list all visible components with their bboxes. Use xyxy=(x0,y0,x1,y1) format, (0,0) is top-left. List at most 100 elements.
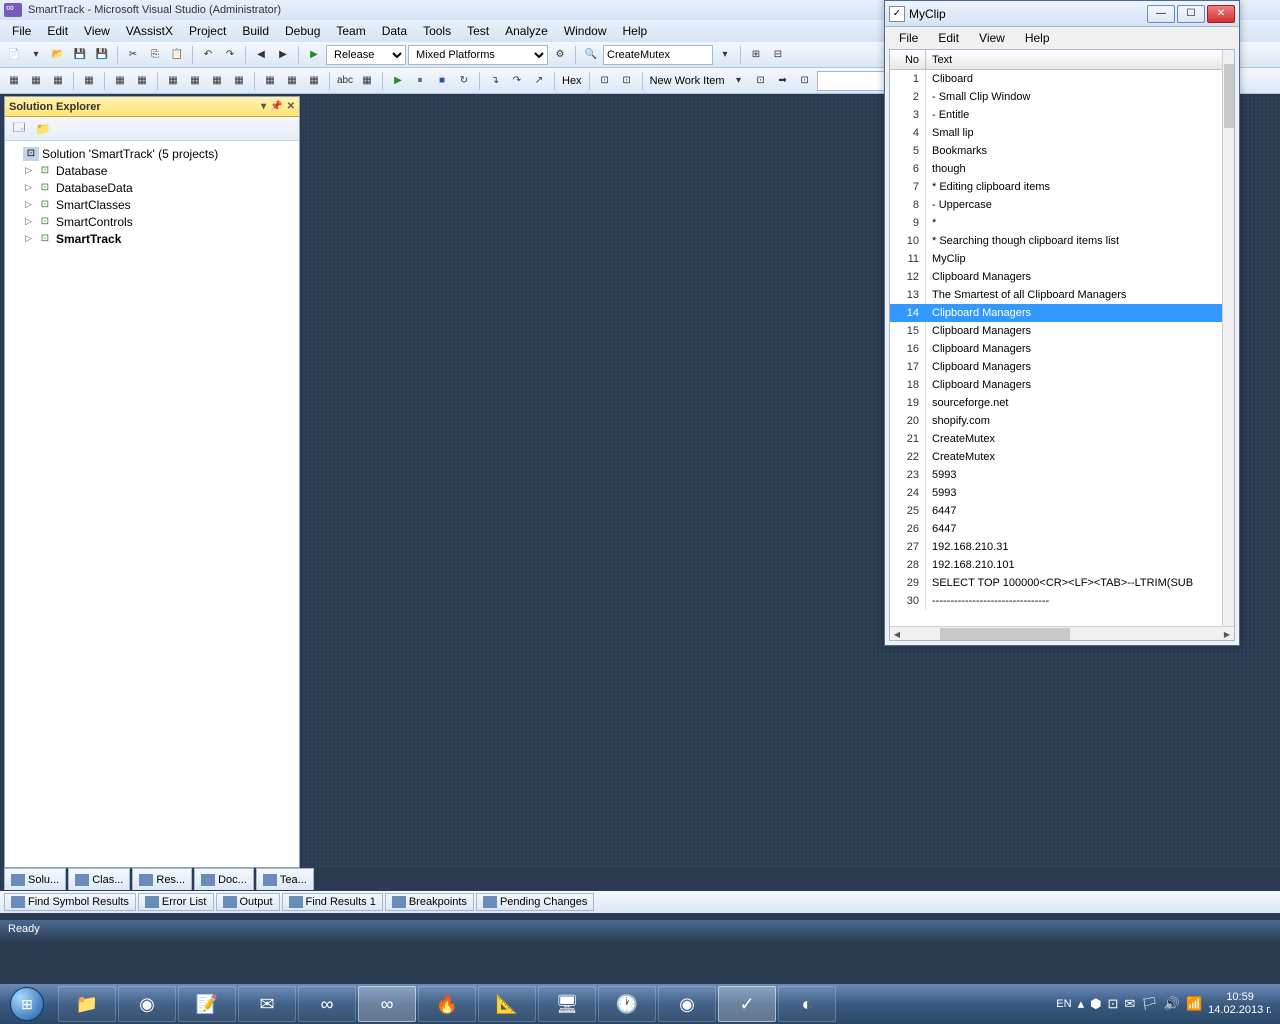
grid-row[interactable]: 30-------------------------------- xyxy=(890,592,1222,610)
project-node[interactable]: ▷⊡SmartTrack xyxy=(5,230,299,247)
tb2-icon[interactable]: ▦ xyxy=(304,71,324,91)
project-node[interactable]: ▷⊡DatabaseData xyxy=(5,179,299,196)
app-icon[interactable]: 📐 xyxy=(478,986,536,1022)
output-tab[interactable]: Breakpoints xyxy=(385,893,474,911)
notepadpp-icon[interactable]: 📝 xyxy=(178,986,236,1022)
debug-play-icon[interactable]: ▶ xyxy=(388,71,408,91)
grid-row[interactable]: 15Clipboard Managers xyxy=(890,322,1222,340)
menu-edit[interactable]: Edit xyxy=(39,22,76,40)
menu-vassistx[interactable]: VAssistX xyxy=(118,22,181,40)
tb2-icon[interactable]: ▦ xyxy=(79,71,99,91)
nav-fwd-icon[interactable]: ▶ xyxy=(273,45,293,65)
solution-tree[interactable]: ⊡ Solution 'SmartTrack' (5 projects) ▷⊡D… xyxy=(5,141,299,251)
menu-analyze[interactable]: Analyze xyxy=(497,22,556,40)
output-tab[interactable]: Error List xyxy=(138,893,214,911)
menu-file[interactable]: File xyxy=(4,22,39,40)
grid-row[interactable]: 27192.168.210.31 xyxy=(890,538,1222,556)
project-node[interactable]: ▷⊡Database xyxy=(5,162,299,179)
grid-row[interactable]: 11MyClip xyxy=(890,250,1222,268)
menu-debug[interactable]: Debug xyxy=(277,22,328,40)
system-tray[interactable]: EN ▴ ⬢ ⊡ ✉ 🏳 🔊 📶 10:59 14.02.2013 г. xyxy=(1048,991,1280,1017)
new-work-item[interactable]: New Work Item xyxy=(648,75,727,87)
tray-icon[interactable]: ⊡ xyxy=(1107,996,1118,1012)
undo-icon[interactable]: ↶ xyxy=(198,45,218,65)
tb2-icon[interactable]: ▦ xyxy=(4,71,24,91)
grid-row[interactable]: 18Clipboard Managers xyxy=(890,376,1222,394)
redo-icon[interactable]: ↷ xyxy=(220,45,240,65)
step-over-icon[interactable]: ↷ xyxy=(507,71,527,91)
grid-row[interactable]: 10* Searching though clipboard items lis… xyxy=(890,232,1222,250)
bottom-tab[interactable]: Clas... xyxy=(68,868,130,890)
tray-icon[interactable]: ✉ xyxy=(1124,996,1135,1012)
col-no[interactable]: No xyxy=(890,50,926,69)
horizontal-scrollbar[interactable]: ◀ ▶ xyxy=(890,626,1234,640)
dropdown-icon[interactable]: ▾ xyxy=(715,45,735,65)
grid-row[interactable]: 16Clipboard Managers xyxy=(890,340,1222,358)
explorer-icon[interactable]: 📁 xyxy=(58,986,116,1022)
open-icon[interactable]: 📂 xyxy=(48,45,68,65)
taskbar[interactable]: ⊞ 📁 ◉ 📝 ✉ ∞ ∞ 🔥 📐 🖥 🕐 ◉ ✓ ◐ EN ▴ ⬢ ⊡ ✉ 🏳… xyxy=(0,984,1280,1024)
grid-row[interactable]: 12Clipboard Managers xyxy=(890,268,1222,286)
output-tab[interactable]: Pending Changes xyxy=(476,893,594,911)
menu-tools[interactable]: Tools xyxy=(415,22,459,40)
grid-row[interactable]: 3 - Entitle xyxy=(890,106,1222,124)
output-tab[interactable]: Output xyxy=(216,893,280,911)
copy-icon[interactable]: ⎘ xyxy=(145,45,165,65)
vertical-scrollbar[interactable] xyxy=(1222,50,1234,626)
output-tab[interactable]: Find Symbol Results xyxy=(4,893,136,911)
media-icon[interactable]: ◉ xyxy=(658,986,716,1022)
grid-header[interactable]: No Text xyxy=(890,50,1234,70)
hex-label[interactable]: Hex xyxy=(560,75,584,87)
tray-icon[interactable]: ▴ xyxy=(1078,996,1085,1012)
grid-row[interactable]: 13The Smartest of all Clipboard Managers xyxy=(890,286,1222,304)
tb2-icon[interactable]: ⊡ xyxy=(617,71,637,91)
scroll-thumb[interactable] xyxy=(940,628,1070,640)
save-all-icon[interactable]: 💾 xyxy=(92,45,112,65)
clock[interactable]: 10:59 14.02.2013 г. xyxy=(1208,991,1272,1017)
tb2-icon[interactable]: abc xyxy=(335,71,355,91)
maximize-button[interactable]: ☐ xyxy=(1177,5,1205,23)
bottom-tab[interactable]: Solu... xyxy=(4,868,66,890)
tb2-icon[interactable]: ▦ xyxy=(132,71,152,91)
tb2-icon[interactable]: ▦ xyxy=(48,71,68,91)
menu-build[interactable]: Build xyxy=(234,22,277,40)
scroll-right-icon[interactable]: ▶ xyxy=(1220,627,1234,641)
add-item-icon[interactable]: ▾ xyxy=(26,45,46,65)
step-into-icon[interactable]: ↴ xyxy=(485,71,505,91)
grid-body[interactable]: 1Cliboard2 - Small Clip Window3 - Entitl… xyxy=(890,70,1222,626)
tb2-icon[interactable]: ▦ xyxy=(185,71,205,91)
app-icon[interactable]: ∞ xyxy=(298,986,356,1022)
menu-view[interactable]: View xyxy=(76,22,118,40)
config-combo[interactable]: Release xyxy=(326,45,406,65)
show-all-icon[interactable]: 📁 xyxy=(33,119,53,139)
grid-row[interactable]: 19sourceforge.net xyxy=(890,394,1222,412)
picasa-icon[interactable]: ◐ xyxy=(778,986,836,1022)
expand-icon[interactable]: ▷ xyxy=(25,199,37,210)
scroll-left-icon[interactable]: ◀ xyxy=(890,627,904,641)
solution-node[interactable]: ⊡ Solution 'SmartTrack' (5 projects) xyxy=(5,145,299,162)
new-project-icon[interactable]: 📄 xyxy=(4,45,24,65)
uncomment-icon[interactable]: ⊟ xyxy=(768,45,788,65)
outlook-icon[interactable]: ✉ xyxy=(238,986,296,1022)
myclip-icon[interactable]: ✓ xyxy=(718,986,776,1022)
tray-icon[interactable]: 🏳 xyxy=(1141,996,1158,1012)
chevron-down-icon[interactable]: ▾ xyxy=(729,71,749,91)
grid-row[interactable]: 6though xyxy=(890,160,1222,178)
nav-back-icon[interactable]: ◀ xyxy=(251,45,271,65)
grid-row[interactable]: 256447 xyxy=(890,502,1222,520)
close-button[interactable]: ✕ xyxy=(1207,5,1235,23)
grid-row[interactable]: 21CreateMutex xyxy=(890,430,1222,448)
menu-project[interactable]: Project xyxy=(181,22,234,40)
play-icon[interactable]: ▶ xyxy=(304,45,324,65)
arrow-right-icon[interactable]: ➡ xyxy=(773,71,793,91)
grid-row[interactable]: 9* xyxy=(890,214,1222,232)
myclip-window[interactable]: ✓ MyClip — ☐ ✕ FileEditViewHelp No Text … xyxy=(884,0,1240,646)
tb2-icon[interactable]: ▦ xyxy=(229,71,249,91)
grid-row[interactable]: 2 - Small Clip Window xyxy=(890,88,1222,106)
gear-icon[interactable]: ⚙ xyxy=(550,45,570,65)
grid-row[interactable]: 17Clipboard Managers xyxy=(890,358,1222,376)
tb2-icon[interactable]: ▦ xyxy=(282,71,302,91)
tb2-icon[interactable]: ⊡ xyxy=(751,71,771,91)
step-out-icon[interactable]: ↗ xyxy=(529,71,549,91)
menu-data[interactable]: Data xyxy=(374,22,415,40)
